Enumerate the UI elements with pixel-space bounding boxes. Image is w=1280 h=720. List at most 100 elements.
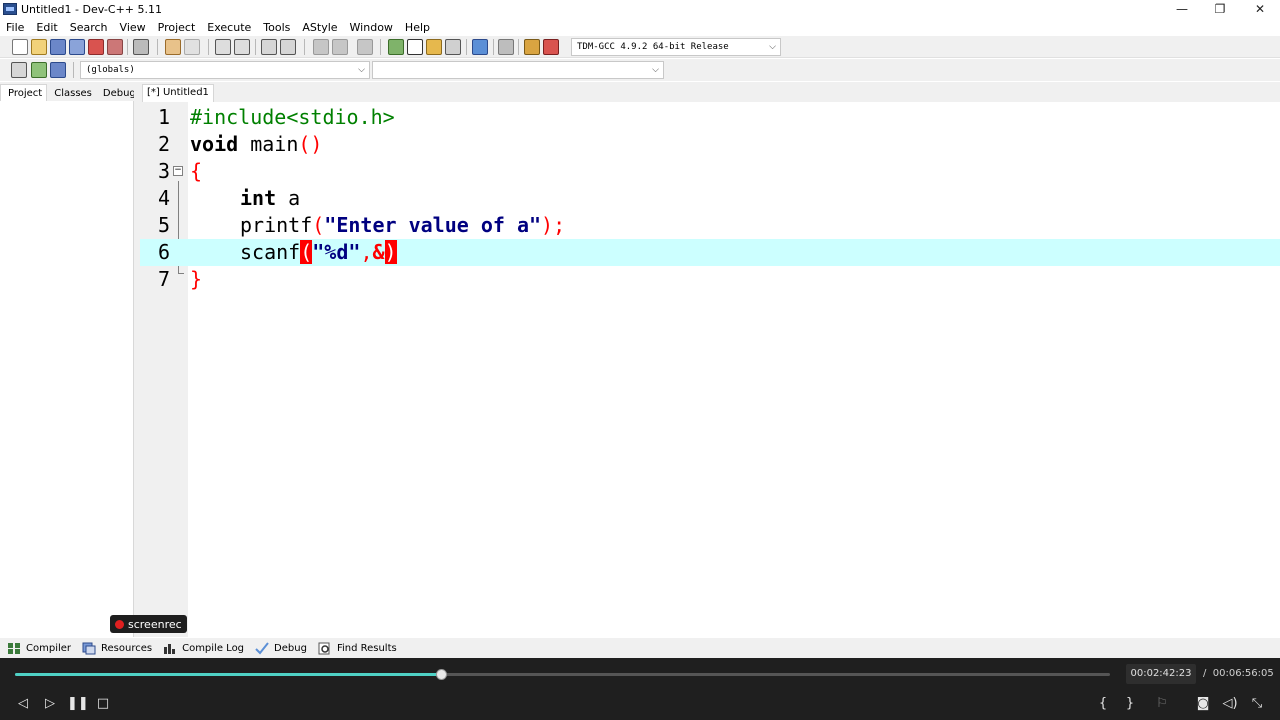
matched-paren: ( xyxy=(300,240,313,264)
keyword: void xyxy=(190,132,239,156)
stop-icon[interactable]: □ xyxy=(93,696,113,712)
tab-find-results[interactable]: Find Results xyxy=(318,642,397,655)
function-name: scanf xyxy=(240,240,301,264)
menu-execute[interactable]: Execute xyxy=(201,21,257,34)
toolbar-separator xyxy=(208,39,209,55)
code-line-1: 1 #include<stdio.h> xyxy=(140,104,1280,131)
address-operator: & xyxy=(372,240,385,264)
symbol-select[interactable]: ⌵ xyxy=(372,61,664,79)
goto-icon[interactable] xyxy=(50,62,66,78)
mark-in-icon[interactable]: { xyxy=(1093,696,1113,712)
tab-compiler[interactable]: Compiler xyxy=(7,642,71,655)
new-file-icon[interactable] xyxy=(12,39,28,55)
indent-icon[interactable] xyxy=(261,39,277,55)
delete-profile-icon[interactable] xyxy=(543,39,559,55)
tab-project[interactable]: Project xyxy=(0,84,48,102)
save-icon[interactable] xyxy=(50,39,66,55)
save-all-icon[interactable] xyxy=(69,39,85,55)
tab-untitled1[interactable]: [*] Untitled1 xyxy=(142,84,214,102)
editor-tabs: [*] Untitled1 xyxy=(140,82,1280,102)
identifier: main xyxy=(238,132,299,156)
record-icon xyxy=(115,619,124,629)
stop-execution-icon[interactable] xyxy=(498,39,514,55)
menu-project[interactable]: Project xyxy=(152,21,202,34)
profile-chart-icon[interactable] xyxy=(524,39,540,55)
fold-minus-icon[interactable]: − xyxy=(173,166,183,176)
close-button[interactable]: ✕ xyxy=(1240,0,1280,18)
menu-help[interactable]: Help xyxy=(399,21,436,34)
menu-search[interactable]: Search xyxy=(64,21,114,34)
camera-icon[interactable]: ◙ xyxy=(1193,696,1213,712)
menu-astyle[interactable]: AStyle xyxy=(296,21,343,34)
rebuild-all-icon[interactable] xyxy=(445,39,461,55)
menu-window[interactable]: Window xyxy=(344,21,399,34)
close-file-icon[interactable] xyxy=(88,39,104,55)
pause-icon[interactable]: ❚❚ xyxy=(67,696,89,712)
open-file-icon[interactable] xyxy=(31,39,47,55)
code-line-5: 5 printf("Enter value of a"); xyxy=(140,212,1280,239)
close-all-icon[interactable] xyxy=(107,39,123,55)
grid-icon xyxy=(8,642,20,654)
print-icon[interactable] xyxy=(133,39,149,55)
keyword: int xyxy=(240,186,277,210)
line-number: 1 xyxy=(157,105,170,129)
title-bar: Untitled1 - Dev-C++ 5.11 — ❐ ✕ xyxy=(0,0,1280,18)
window-title: Untitled1 - Dev-C++ 5.11 xyxy=(21,2,162,16)
menu-view[interactable]: View xyxy=(114,21,152,34)
menu-bar: File Edit Search View Project Execute To… xyxy=(0,18,1280,36)
code-text: printf("Enter value of a"); xyxy=(240,212,565,239)
frame-forward-icon[interactable]: ▷ xyxy=(40,696,60,712)
paren: ( xyxy=(312,213,325,237)
scope-select[interactable]: (globals) ⌵ xyxy=(80,61,370,79)
chevron-down-icon: ⌵ xyxy=(652,65,659,75)
tab-label: Find Results xyxy=(336,642,397,654)
identifier: a xyxy=(276,186,301,210)
video-player-bar: 00:02:42:23 / 00:06:56:05 ◁ ▷ ❚❚ □ { } ⚐… xyxy=(0,658,1280,720)
main-toolbar: TDM-GCC 4.9.2 64-bit Release ⌵ xyxy=(0,36,1280,58)
undo-icon[interactable] xyxy=(165,39,181,55)
line-number: 3 xyxy=(157,159,170,183)
tab-resources[interactable]: Resources xyxy=(82,642,152,655)
replace-icon[interactable] xyxy=(234,39,250,55)
seek-bar[interactable] xyxy=(15,669,1110,680)
time-separator: / xyxy=(1203,668,1207,679)
screenrec-watermark: screenrec xyxy=(110,615,187,633)
code-line-7: 7 } xyxy=(140,266,1280,293)
code-line-4: 4 int a xyxy=(140,185,1280,212)
fullscreen-icon[interactable]: ⤡ xyxy=(1247,696,1267,712)
menu-file[interactable]: File xyxy=(0,21,30,34)
find-icon[interactable] xyxy=(215,39,231,55)
menu-edit[interactable]: Edit xyxy=(30,21,63,34)
toolbar-separator xyxy=(518,39,519,55)
toggle-icon[interactable] xyxy=(31,62,47,78)
tab-debug-output[interactable]: Debug xyxy=(255,641,307,655)
menu-tools[interactable]: Tools xyxy=(257,21,296,34)
mark-out-icon[interactable]: } xyxy=(1120,696,1140,712)
chevron-down-icon: ⌵ xyxy=(769,42,776,52)
current-time: 00:02:42:23 xyxy=(1126,664,1196,684)
total-time: 00:06:56:05 xyxy=(1212,668,1274,679)
line-number: 6 xyxy=(157,240,170,264)
compiler-select[interactable]: TDM-GCC 4.9.2 64-bit Release ⌵ xyxy=(571,38,781,56)
project-browser xyxy=(0,101,134,637)
include-directive: #include<stdio.h> xyxy=(190,105,395,129)
frame-back-icon[interactable]: ◁ xyxy=(13,696,33,712)
compile-run-icon[interactable] xyxy=(426,39,442,55)
code-editor[interactable]: 1 #include<stdio.h> 2 void main() 3 − { … xyxy=(140,102,1280,637)
minimize-button[interactable]: — xyxy=(1162,0,1202,18)
tab-classes[interactable]: Classes xyxy=(47,85,96,102)
tab-compile-log[interactable]: Compile Log xyxy=(163,642,244,655)
goto-line-icon[interactable] xyxy=(280,39,296,55)
seek-handle[interactable] xyxy=(436,669,448,680)
syntax-check-icon[interactable] xyxy=(472,39,488,55)
resources-icon xyxy=(82,642,96,654)
redo-icon[interactable] xyxy=(184,39,200,55)
insert-icon[interactable] xyxy=(11,62,27,78)
run-icon[interactable] xyxy=(407,39,423,55)
paren: () xyxy=(298,132,323,156)
maximize-button[interactable]: ❐ xyxy=(1200,0,1240,18)
shield-icon xyxy=(357,39,373,55)
volume-icon[interactable]: ◁) xyxy=(1220,696,1240,712)
bar-chart-icon xyxy=(164,643,176,654)
compile-icon[interactable] xyxy=(388,39,404,55)
